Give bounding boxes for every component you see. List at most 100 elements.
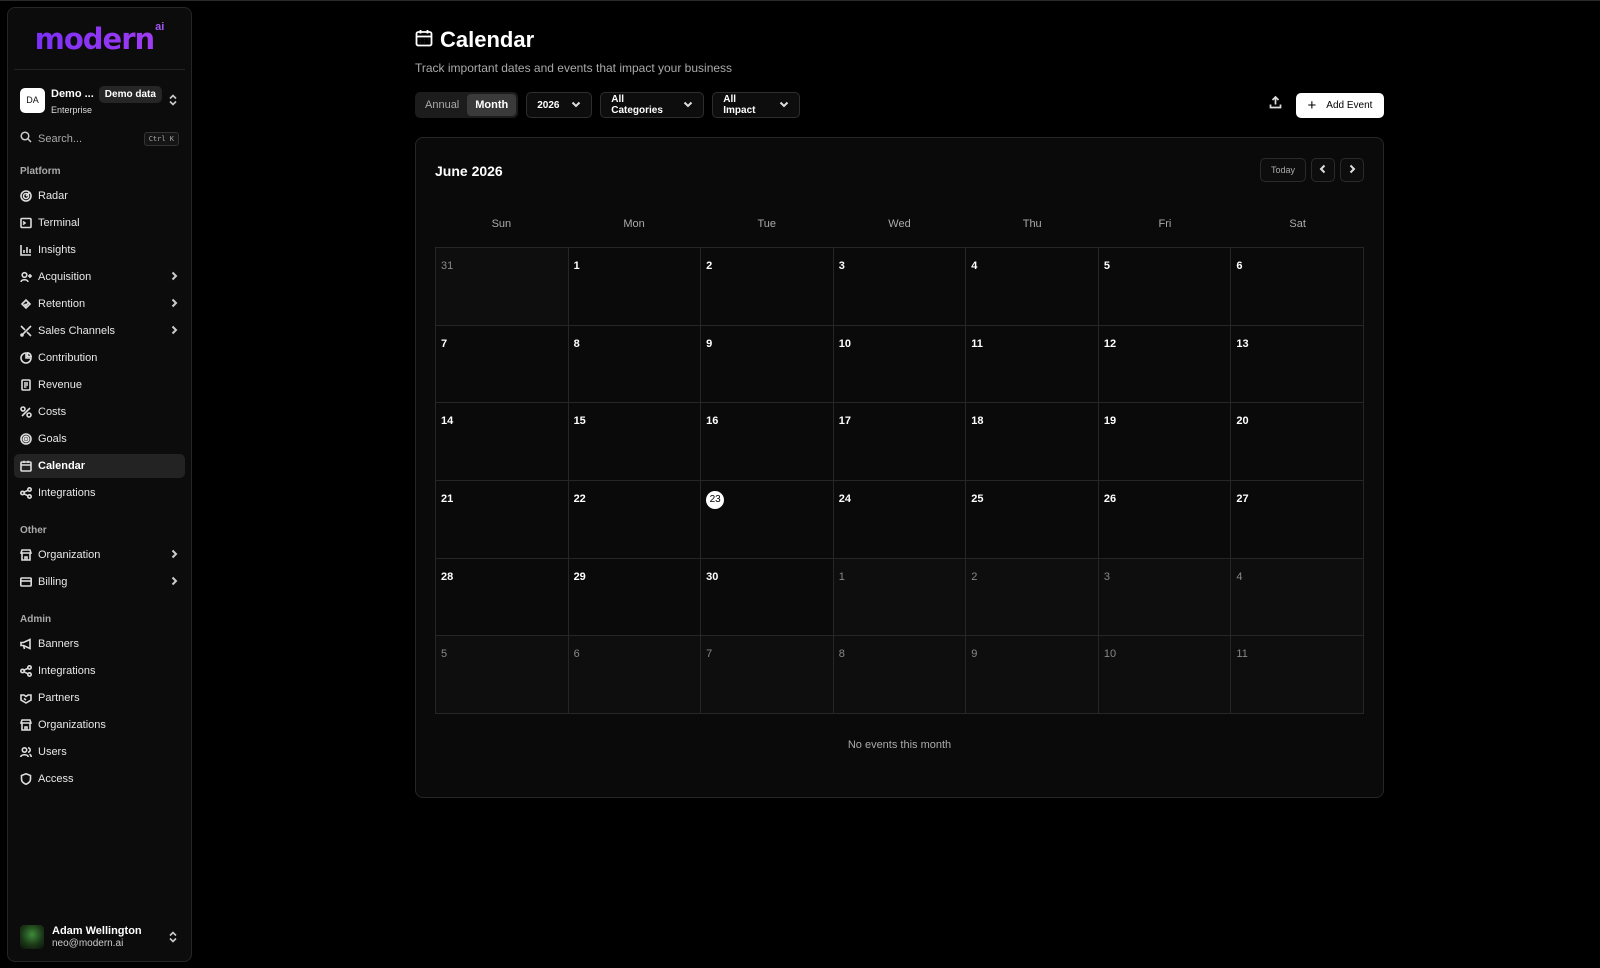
sidebar-item-revenue[interactable]: Revenue — [14, 373, 185, 397]
sidebar-item-calendar[interactable]: Calendar — [14, 454, 185, 478]
sidebar-item-partners[interactable]: Partners — [14, 686, 185, 710]
section-platform: Platform — [20, 166, 61, 177]
prev-month-button[interactable] — [1311, 158, 1335, 182]
search-shortcut: Ctrl K — [143, 132, 179, 146]
org-info: Demo ... Demo data Enterprise — [51, 85, 167, 115]
sidebar-item-admin-integrations[interactable]: Integrations — [14, 659, 185, 683]
user-name: Adam Wellington — [52, 925, 142, 937]
calendar-day-cell[interactable]: 11 — [1231, 636, 1364, 714]
sidebar-item-sales-channels[interactable]: Sales Channels — [14, 319, 185, 343]
sidebar-item-costs[interactable]: Costs — [14, 400, 185, 424]
calendar-day-cell[interactable]: 2 — [701, 248, 834, 326]
calendar-day-cell[interactable]: 24 — [833, 480, 967, 559]
sidebar-item-label: Radar — [38, 190, 68, 202]
calendar-day-cell[interactable]: 20 — [1231, 403, 1364, 481]
calendar-day-cell[interactable]: 9 — [701, 325, 834, 404]
org-switcher[interactable]: DA Demo ... Demo data Enterprise — [8, 70, 191, 118]
calendar-day-cell[interactable]: 29 — [568, 558, 702, 637]
sidebar-item-organization[interactable]: Organization — [14, 543, 185, 567]
calendar-day-cell[interactable]: 13 — [1231, 325, 1364, 404]
receipt-icon — [20, 379, 32, 391]
calendar-day-cell[interactable]: 11 — [966, 325, 1099, 404]
add-event-button[interactable]: + Add Event — [1296, 92, 1384, 118]
category-select[interactable]: All Categories — [600, 92, 705, 118]
calendar-day-cell[interactable]: 8 — [833, 636, 967, 714]
calendar-day-cell[interactable]: 12 — [1098, 325, 1232, 404]
sidebar-item-retention[interactable]: Retention — [14, 292, 185, 316]
sidebar-item-contribution[interactable]: Contribution — [14, 346, 185, 370]
plus-icon: + — [1307, 96, 1317, 114]
sidebar-item-organizations[interactable]: Organizations — [14, 713, 185, 737]
calendar-day-cell[interactable]: 5 — [436, 636, 569, 714]
sidebar-item-insights[interactable]: Insights — [14, 238, 185, 262]
sidebar-item-terminal[interactable]: Terminal — [14, 211, 185, 235]
sidebar-item-acquisition[interactable]: Acquisition — [14, 265, 185, 289]
view-annual-button[interactable]: Annual — [417, 94, 467, 116]
calendar-day-cell[interactable]: 10 — [1098, 636, 1232, 714]
add-event-label: Add Event — [1326, 99, 1373, 111]
day-number: 15 — [573, 415, 586, 428]
sidebar-item-billing[interactable]: Billing — [14, 570, 185, 594]
search-input[interactable] — [38, 133, 134, 145]
calendar-day-cell[interactable]: 30 — [701, 558, 834, 637]
sidebar-item-label: Billing — [38, 576, 68, 588]
calendar-day-cell[interactable]: 22 — [568, 480, 702, 559]
sidebar-item-users[interactable]: Users — [14, 740, 185, 764]
logo-sup: ai — [155, 20, 165, 33]
day-number: 14 — [441, 415, 454, 428]
calendar-day-cell[interactable]: 31 — [436, 248, 569, 326]
calendar-day-cell[interactable]: 27 — [1231, 480, 1364, 559]
calendar-day-cell[interactable]: 7 — [701, 636, 834, 714]
chevron-down-icon — [673, 99, 693, 112]
calendar-day-cell[interactable]: 3 — [1098, 558, 1232, 637]
calendar-day-cell[interactable]: 17 — [833, 403, 967, 481]
bar-chart-icon — [20, 244, 32, 256]
search-bar[interactable]: Ctrl K — [8, 128, 191, 150]
next-month-button[interactable] — [1340, 158, 1364, 182]
weekday-label: Fri — [1158, 218, 1172, 230]
calendar-day-cell[interactable]: 21 — [436, 480, 569, 559]
calendar-day-cell[interactable]: 18 — [966, 403, 1099, 481]
calendar-day-cell[interactable]: 1 — [568, 248, 702, 326]
year-select[interactable]: 2026 — [526, 92, 593, 118]
day-number: 9 — [971, 648, 978, 661]
calendar-day-cell[interactable]: 28 — [436, 558, 569, 637]
store-icon — [20, 549, 32, 561]
calendar-day-cell[interactable]: 5 — [1098, 248, 1232, 326]
calendar-day-cell[interactable]: 14 — [436, 403, 569, 481]
calendar-day-cell[interactable]: 8 — [568, 325, 702, 404]
calendar-day-cell[interactable]: 23 — [701, 480, 834, 559]
calendar-day-cell[interactable]: 6 — [568, 636, 702, 714]
sidebar-item-access[interactable]: Access — [14, 767, 185, 791]
calendar-day-cell[interactable]: 16 — [701, 403, 834, 481]
user-menu[interactable]: Adam Wellington neo@modern.ai — [8, 919, 191, 955]
calendar-day-cell[interactable]: 25 — [966, 480, 1099, 559]
calendar-day-cell[interactable]: 4 — [1231, 558, 1364, 637]
calendar-day-cell[interactable]: 10 — [833, 325, 967, 404]
impact-select[interactable]: All Impact — [712, 92, 801, 118]
calendar-day-cell[interactable]: 15 — [568, 403, 702, 481]
calendar-day-cell[interactable]: 19 — [1098, 403, 1232, 481]
calendar-day-cell[interactable]: 3 — [833, 248, 967, 326]
calendar-day-cell[interactable]: 7 — [436, 325, 569, 404]
costs-icon — [20, 406, 32, 418]
weekday-label: Sun — [491, 218, 512, 230]
export-button[interactable] — [1262, 92, 1288, 118]
calendar-day-cell[interactable]: 1 — [833, 558, 967, 637]
calendar-day-cell[interactable]: 4 — [966, 248, 1099, 326]
sidebar-item-goals[interactable]: Goals — [14, 427, 185, 451]
day-number: 21 — [441, 492, 454, 505]
sidebar-item-integrations[interactable]: Integrations — [14, 481, 185, 505]
terminal-icon — [20, 217, 32, 229]
logo[interactable]: modern ai — [14, 8, 185, 70]
sidebar-item-radar[interactable]: Radar — [14, 184, 185, 208]
calendar-day-cell[interactable]: 2 — [966, 558, 1099, 637]
sidebar-item-banners[interactable]: Banners — [14, 632, 185, 656]
calendar-day-cell[interactable]: 26 — [1098, 480, 1232, 559]
calendar-day-cell[interactable]: 6 — [1231, 248, 1364, 326]
org-plan: Enterprise — [51, 104, 93, 115]
view-month-button[interactable]: Month — [467, 94, 517, 116]
calendar-day-cell[interactable]: 9 — [966, 636, 1099, 714]
today-button[interactable]: Today — [1259, 158, 1306, 182]
day-number: 3 — [1103, 570, 1110, 583]
